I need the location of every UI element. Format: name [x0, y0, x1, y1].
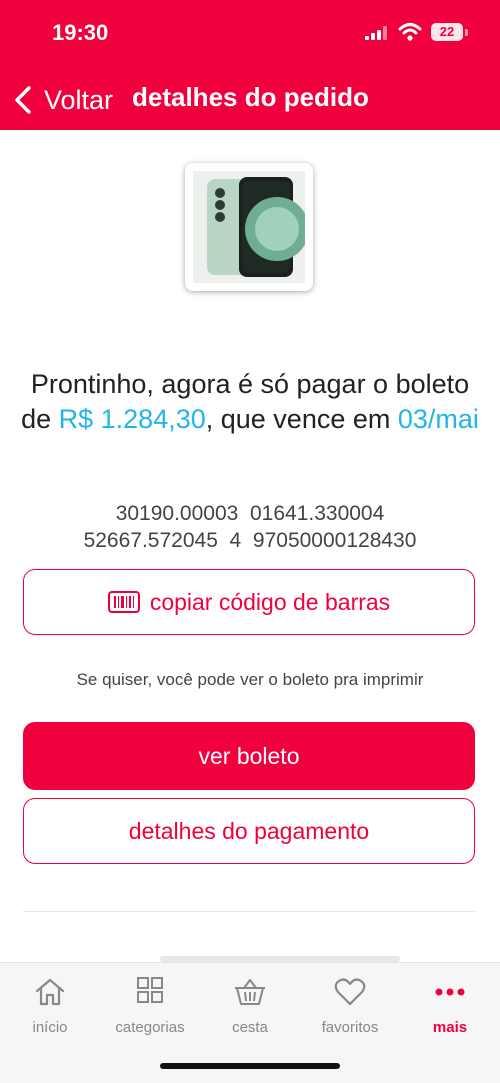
view-boleto-button[interactable]: ver boleto [23, 722, 475, 790]
print-hint: Se quiser, você pode ver o boleto pra im… [76, 670, 424, 689]
tab-label: início [32, 1019, 68, 1036]
signal-icon [365, 26, 387, 40]
battery-level: 22 [439, 24, 455, 39]
tab-label: categorias [115, 1019, 185, 1036]
more-icon [435, 988, 465, 996]
boleto-amount: R$ 1.284,30 [58, 404, 206, 434]
tab-label: mais [432, 1019, 468, 1036]
payment-details-button[interactable]: detalhes do pagamento [23, 798, 475, 864]
barcode-line-2: 52667.572045 4 97050000128430 [83, 529, 417, 552]
payment-message: Prontinho, agora é só pagar o boleto de … [20, 367, 480, 437]
page-title: detalhes do pedido [132, 82, 369, 112]
grid-icon [137, 977, 163, 1003]
tab-label: cesta [232, 1019, 268, 1036]
due-date: 03/mai [397, 404, 479, 434]
tab-inicio[interactable]: início [0, 975, 100, 1045]
chevron-left-icon [15, 86, 31, 114]
back-button[interactable]: Voltar [12, 80, 113, 120]
status-bar: 19:30 22 [0, 0, 500, 70]
wifi-icon [398, 23, 422, 41]
tab-cesta[interactable]: cesta [200, 975, 300, 1045]
payment-details-label: detalhes do pagamento [128, 817, 370, 844]
message-text-2: , que vence em [205, 404, 398, 434]
barcode-icon [107, 591, 140, 613]
battery-nub [465, 29, 468, 36]
tab-label: favoritos [321, 1019, 379, 1036]
heart-icon [334, 978, 366, 1006]
barcode-line-1: 30190.00003 01641.330004 [115, 502, 385, 525]
battery-icon: 22 [431, 23, 463, 41]
view-boleto-label: ver boleto [198, 742, 300, 769]
status-time: 19:30 [52, 20, 109, 45]
copy-barcode-button[interactable]: copiar código de barras [23, 569, 475, 635]
barcode-digits: 30190.00003 01641.330004 52667.572045 4 9… [20, 500, 480, 554]
tab-categorias[interactable]: categorias [100, 975, 200, 1045]
divider [23, 911, 475, 912]
app-header: Voltar detalhes do pedido [0, 70, 500, 130]
home-icon [35, 978, 65, 1006]
back-label: Voltar [44, 84, 114, 115]
tab-favoritos[interactable]: favoritos [300, 975, 400, 1045]
copy-barcode-label: copiar código de barras [149, 588, 391, 615]
product-image [185, 163, 313, 291]
home-indicator [160, 1063, 340, 1069]
phone-illustration [193, 171, 305, 283]
basket-icon [235, 979, 265, 1005]
tab-mais[interactable]: mais [400, 975, 500, 1045]
